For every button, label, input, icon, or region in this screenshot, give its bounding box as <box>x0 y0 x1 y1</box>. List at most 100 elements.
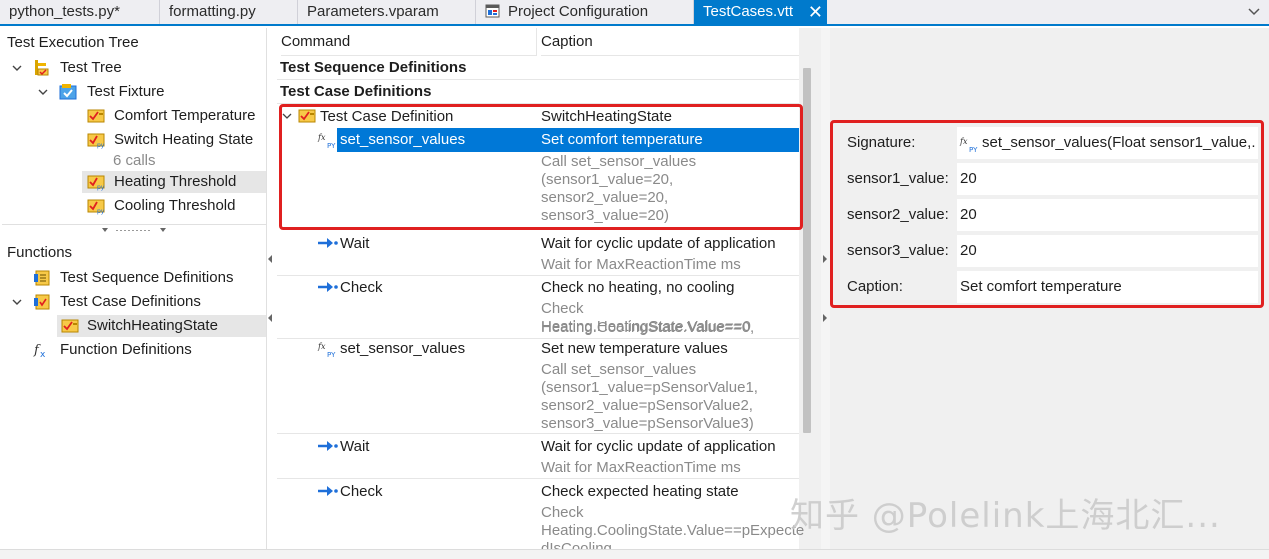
caption-detail: Call set_sensor_values <box>541 153 697 170</box>
caption-detail: Call set_sensor_values <box>541 361 697 378</box>
section-row-sequence-definitions[interactable]: Test Sequence Definitions <box>277 56 799 80</box>
tree-item-comfort-temperature[interactable]: Comfort Temperature <box>0 105 266 127</box>
tree-item-label: Heating Threshold <box>114 173 237 190</box>
signature-field[interactable]: fx PY set_sensor_values(Float sensor1_va… <box>957 127 1258 159</box>
panel-splitter[interactable] <box>2 224 266 236</box>
tab-label: TestCases.vtt <box>703 3 794 20</box>
caption-detail: sensor2_value=20, <box>541 189 669 206</box>
panel-divider[interactable] <box>821 28 830 549</box>
project-config-icon <box>485 4 500 18</box>
tree-item-switch-heating-state[interactable]: py Switch Heating State <box>0 129 266 151</box>
table-row[interactable]: Check Check expected heating state Check… <box>277 479 804 549</box>
chevron-down-icon[interactable] <box>11 296 23 308</box>
caption-detail: (sensor1_value=pSensorValue1, <box>541 379 758 396</box>
tab-label: formatting.py <box>169 3 256 20</box>
caption-label: Wait for cyclic update of application <box>541 438 776 455</box>
caption-label: Check expected heating state <box>541 483 739 500</box>
property-value: 20 <box>960 206 977 223</box>
scrollbar-thumb[interactable] <box>803 68 811 433</box>
property-label: sensor1_value: <box>847 170 949 187</box>
tree-item-label: Cooling Threshold <box>114 197 236 214</box>
sensor3-value-field[interactable]: 20 <box>957 235 1258 267</box>
arrow-right-icon <box>318 282 338 292</box>
command-label: Wait <box>340 438 370 455</box>
test-fixture-icon <box>59 84 77 100</box>
test-case-py-icon: py <box>87 199 105 215</box>
command-label: set_sensor_values <box>337 128 537 152</box>
column-header-caption[interactable]: Caption <box>541 28 799 56</box>
tree-item-label: Switch Heating State <box>114 131 254 148</box>
table-row[interactable]: Check Check no heating, no cooling Check… <box>277 276 799 339</box>
caption-detail: Heating.HeatingState.Value==0 <box>541 318 751 335</box>
tab-python-tests[interactable]: python_tests.py* <box>0 0 160 24</box>
tab-project-configuration[interactable]: Project Configuration <box>476 0 694 24</box>
tree-item-test-case-definitions[interactable]: Test Case Definitions <box>0 291 266 313</box>
tree-item-label: SwitchHeatingState <box>87 317 218 334</box>
tree-item-label: Test Tree <box>60 59 122 76</box>
svg-text:PY: PY <box>327 351 336 358</box>
test-tree-icon <box>35 60 49 76</box>
collapse-right-icon[interactable] <box>822 314 828 322</box>
caption-detail: (sensor1_value=20, <box>541 171 674 188</box>
close-icon[interactable]: ✕ <box>808 0 823 24</box>
svg-text:py: py <box>97 184 105 191</box>
tab-formatting[interactable]: formatting.py <box>160 0 298 24</box>
panel-divider <box>266 28 267 549</box>
sensor2-value-field[interactable]: 20 <box>957 199 1258 231</box>
collapse-left-icon[interactable] <box>267 314 273 322</box>
test-case-definitions-icon <box>34 294 50 310</box>
caption-detail: Wait for MaxReactionTime ms <box>541 459 741 476</box>
property-row-caption: Caption: Set comfort temperature <box>832 270 1260 305</box>
section-row-case-definitions[interactable]: Test Case Definitions <box>277 80 799 104</box>
table-row[interactable]: fx PY set_sensor_values Set comfort temp… <box>277 128 799 233</box>
tab-parameters[interactable]: Parameters.vparam <box>298 0 476 24</box>
property-row-sensor1: sensor1_value: 20 <box>832 162 1260 197</box>
tree-item-test-sequence-definitions[interactable]: Test Sequence Definitions <box>0 267 266 289</box>
command-label: Check <box>340 483 383 500</box>
chevron-down-icon[interactable] <box>11 62 23 74</box>
svg-text:py: py <box>97 142 105 149</box>
command-label: set_sensor_values <box>340 340 466 357</box>
test-case-icon <box>61 319 79 333</box>
function-py-icon: fx PY <box>317 342 336 358</box>
caption-label: Set new temperature values <box>541 340 728 357</box>
column-header-command[interactable]: Command <box>281 28 536 56</box>
property-row-signature: Signature: fx PY set_sensor_values(Float… <box>832 126 1260 161</box>
function-py-icon: fx PY <box>959 137 978 153</box>
caption-detail: sensor2_value=pSensorValue2, <box>541 397 753 414</box>
tree-item-test-tree[interactable]: Test Tree <box>0 57 266 79</box>
table-row[interactable]: fx PY set_sensor_values Set new temperat… <box>277 339 799 434</box>
sensor1-value-field[interactable]: 20 <box>957 163 1258 195</box>
tree-item-function-definitions[interactable]: f x Function Definitions <box>0 339 266 361</box>
tree-item-heating-threshold[interactable]: py Heating Threshold <box>82 171 266 193</box>
property-label: Caption: <box>847 278 903 295</box>
tab-testcases[interactable]: TestCases.vtt ✕ <box>694 0 827 24</box>
svg-text:py: py <box>97 208 105 215</box>
watermark: 知乎 @Polelink上海北汇... <box>790 496 1221 536</box>
property-value: 20 <box>960 170 977 187</box>
caption-detail: sensor3_value=20) <box>541 207 670 224</box>
table-row[interactable]: Wait Wait for cyclic update of applicati… <box>277 434 799 479</box>
command-label: Check <box>340 279 383 296</box>
chevron-down-icon[interactable] <box>37 86 49 98</box>
tab-bar: python_tests.py* formatting.py Parameter… <box>0 0 1269 26</box>
caption-field[interactable]: Set comfort temperature <box>957 271 1258 303</box>
property-label: Signature: <box>847 134 916 151</box>
caption-label: SwitchHeatingState <box>541 108 672 125</box>
section-label: Test Sequence Definitions <box>280 59 467 76</box>
tree-item-test-fixture[interactable]: Test Fixture <box>0 81 266 103</box>
collapse-left-icon[interactable] <box>267 255 273 263</box>
collapse-right-icon[interactable] <box>822 255 828 263</box>
table-row[interactable]: Wait Wait for cyclic update of applicati… <box>277 233 799 276</box>
chevron-down-icon[interactable] <box>1247 4 1261 18</box>
table-row[interactable]: Test Case Definition SwitchHeatingState <box>277 104 799 128</box>
caption-detail: Wait for MaxReactionTime ms <box>541 256 741 273</box>
tree-item-switchheatingstate[interactable]: SwitchHeatingState <box>57 315 266 337</box>
arrow-right-icon <box>318 441 338 451</box>
status-bar <box>0 549 1269 559</box>
property-value: Set comfort temperature <box>960 278 1122 295</box>
chevron-down-icon[interactable] <box>282 111 292 121</box>
tree-item-cooling-threshold[interactable]: py Cooling Threshold <box>0 195 266 217</box>
tree-item-sublabel: 6 calls <box>113 152 156 169</box>
caption-detail: Check <box>541 504 584 521</box>
